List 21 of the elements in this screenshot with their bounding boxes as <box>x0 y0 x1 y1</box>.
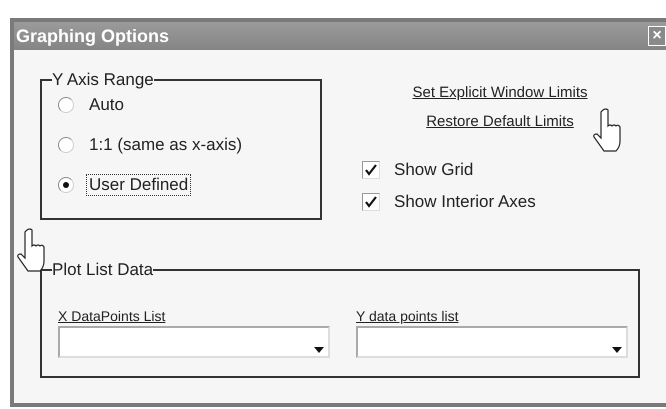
radio-button[interactable] <box>58 97 74 113</box>
dropdown-field[interactable] <box>356 326 628 358</box>
dropdown-arrow-icon <box>612 347 622 353</box>
group-title: Plot List Data <box>52 260 154 280</box>
radio-label: Auto <box>88 94 125 116</box>
checkbox[interactable] <box>362 161 380 179</box>
checkbox-label: Show Interior Axes <box>394 192 536 212</box>
link[interactable]: Set Explicit Window Limits <box>412 84 588 101</box>
link[interactable]: Restore Default Limits <box>426 113 574 130</box>
radio-button[interactable] <box>58 137 74 153</box>
checkbox[interactable] <box>362 193 380 211</box>
radio-label: 1:1 (same as x-axis) <box>88 134 244 156</box>
dropdown-field[interactable] <box>58 326 330 358</box>
field-label: X DataPoints List <box>58 308 166 324</box>
checkbox-label: Show Grid <box>394 160 474 180</box>
group-title: Y Axis Range <box>52 70 154 90</box>
radio-button[interactable] <box>58 177 74 193</box>
radio-label: User Defined <box>86 174 192 196</box>
dropdown-arrow-icon <box>314 347 324 353</box>
field-label: Y data points list <box>356 308 460 324</box>
window-title: Graphing Options <box>16 26 169 46</box>
